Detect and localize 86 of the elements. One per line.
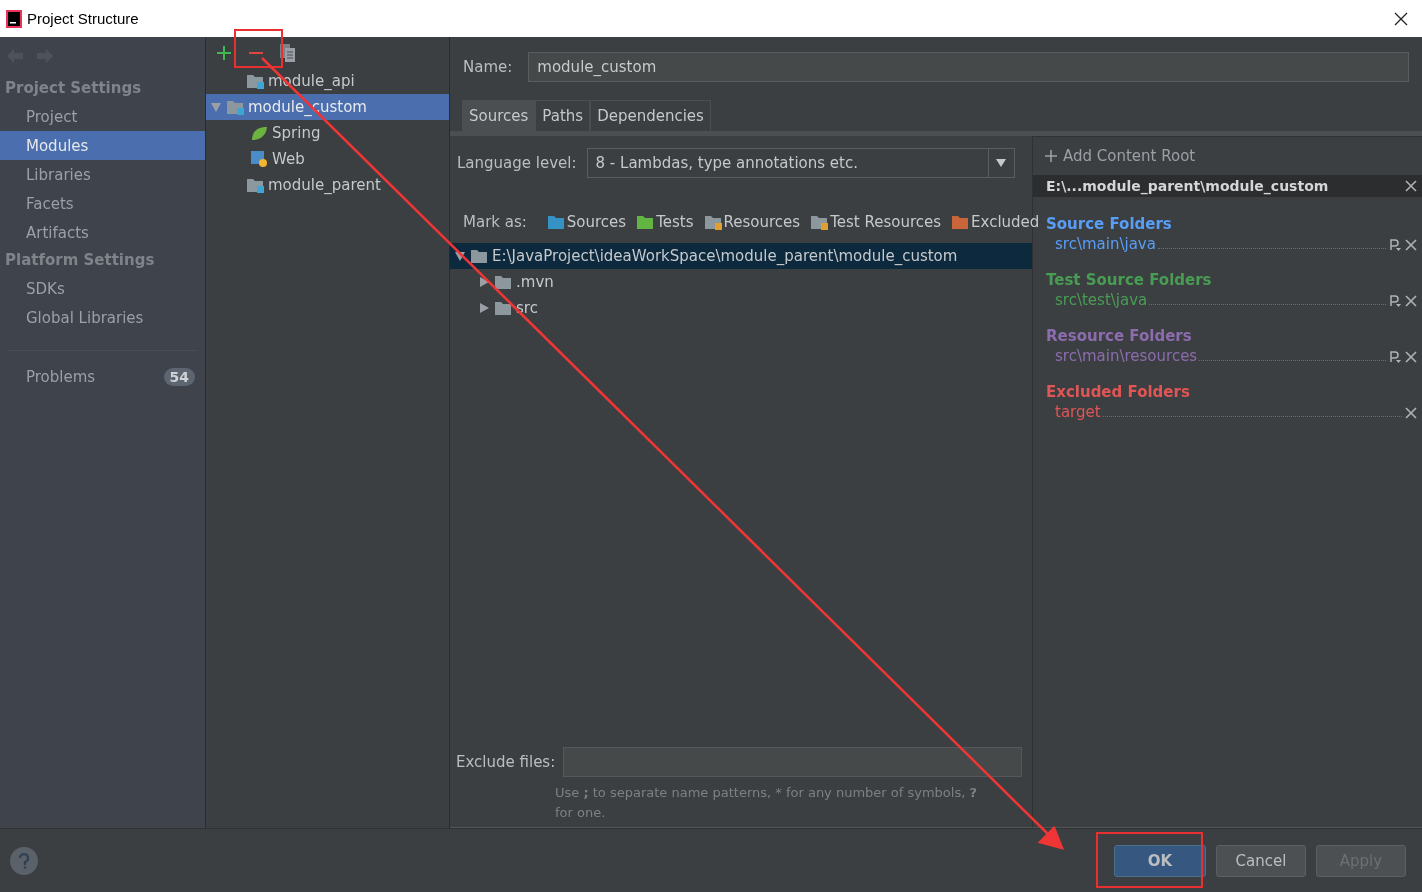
section-heading: Platform Settings <box>4 250 156 271</box>
mark-as-button[interactable]: Test Resources <box>810 212 942 231</box>
app-logo-icon <box>6 9 22 28</box>
copy-button[interactable] <box>278 42 298 63</box>
exclude-files-label: Exclude files: <box>456 753 556 771</box>
dialog-button[interactable]: Cancel <box>1216 844 1306 877</box>
close-icon <box>1405 407 1417 419</box>
hint-text: Use ; to separate name patterns, * for any number of symbols, ? for one. <box>554 784 978 822</box>
plus-icon <box>216 44 232 61</box>
module-tree-item[interactable]: module_parent <box>206 172 449 198</box>
mark-as-button[interactable]: Excluded <box>951 212 1040 231</box>
module-folder-icon <box>246 177 264 193</box>
sidebar-item[interactable]: SDKs <box>0 274 205 303</box>
help-icon <box>17 852 31 869</box>
folder-tree-item[interactable]: .mvn <box>450 269 1032 295</box>
add-content-root-button[interactable]: Add Content Root <box>1033 137 1422 175</box>
language-level-dropdown[interactable]: 8 - Lambdas, type annotations etc. <box>586 148 1015 178</box>
close-icon <box>1405 351 1417 363</box>
leaf-icon <box>250 125 268 141</box>
sidebar-item[interactable]: Libraries <box>0 160 205 189</box>
dropdown-arrow-icon <box>996 159 1007 167</box>
minus-icon <box>249 51 263 54</box>
problem-count-badge: 54 <box>163 368 195 386</box>
properties-button[interactable] <box>1388 237 1402 253</box>
close-icon <box>1405 295 1417 307</box>
sidebar-item[interactable]: Facets <box>0 189 205 218</box>
test-folder-icon <box>636 213 655 230</box>
remove-folder-button[interactable] <box>1404 405 1418 421</box>
sidebar-item[interactable]: Project <box>0 102 205 131</box>
section-heading: Project Settings <box>4 78 143 99</box>
module-folder-icon <box>226 99 244 115</box>
mark-as-button[interactable]: Tests <box>636 212 694 231</box>
remove-root-button[interactable] <box>1404 178 1418 194</box>
test-resource-folder-icon <box>810 213 829 230</box>
folder-tree-item[interactable]: src <box>450 295 1032 321</box>
folder-path: src\main\resources <box>1055 347 1198 365</box>
folder-tree-item[interactable]: E:\JavaProject\ideaWorkSpace\module_parent\module_custom <box>450 243 1032 269</box>
excluded-folder-icon <box>951 213 970 230</box>
tab[interactable]: Dependencies <box>590 100 711 131</box>
mark-as-label: Mark as: <box>463 212 527 231</box>
collapsed-arrow-icon[interactable] <box>478 302 490 314</box>
folder-icon <box>470 248 488 264</box>
remove-folder-button[interactable] <box>1404 237 1418 253</box>
tab[interactable]: Paths <box>535 100 591 131</box>
mark-as-button[interactable]: Sources <box>546 212 627 231</box>
folder-path: src\test\java <box>1055 291 1148 309</box>
mark-as-button[interactable]: Resources <box>703 212 801 231</box>
close-icon <box>1405 180 1417 192</box>
web-icon <box>250 150 268 168</box>
resource-folder-icon <box>703 213 722 230</box>
folder-group-heading: Resource Folders <box>1045 326 1193 345</box>
name-label: Name: <box>463 58 513 76</box>
properties-icon <box>1389 238 1401 252</box>
properties-button[interactable] <box>1388 293 1402 309</box>
folder-icon <box>494 300 512 316</box>
folder-path: target <box>1055 403 1101 421</box>
sidebar-item[interactable]: Modules <box>0 131 205 160</box>
language-level-label: Language level: <box>457 154 577 172</box>
folder-group-heading: Excluded Folders <box>1045 382 1191 401</box>
source-folder-icon <box>546 213 565 230</box>
remove-folder-button[interactable] <box>1404 349 1418 365</box>
remove-folder-button[interactable] <box>1404 293 1418 309</box>
sidebar-item[interactable]: Problems <box>26 368 96 386</box>
folder-path: src\main\java <box>1055 235 1156 253</box>
content-root-path: E:\...module_parent\module_custom <box>1046 178 1329 194</box>
copy-icon <box>279 42 297 63</box>
plus-icon <box>1045 150 1057 162</box>
module-folder-icon <box>246 73 264 89</box>
close-icon <box>1394 11 1408 26</box>
sidebar-item[interactable]: Artifacts <box>0 218 205 247</box>
module-tree-item[interactable]: Spring <box>206 120 449 146</box>
properties-button[interactable] <box>1388 349 1402 365</box>
properties-icon <box>1389 294 1401 308</box>
exclude-files-field[interactable] <box>563 747 1022 777</box>
collapsed-arrow-icon[interactable] <box>478 276 490 288</box>
folder-icon <box>494 274 512 290</box>
close-icon <box>1405 239 1417 251</box>
module-tree-item[interactable]: Web <box>206 146 449 172</box>
sidebar-item[interactable]: Global Libraries <box>0 303 205 332</box>
tab[interactable]: Sources <box>462 100 536 131</box>
dialog-button[interactable]: OK <box>1114 844 1206 877</box>
folder-group-heading: Test Source Folders <box>1045 270 1213 289</box>
highlight-frame <box>234 29 283 68</box>
name-field[interactable]: module_custom <box>528 52 1409 82</box>
properties-icon <box>1389 350 1401 364</box>
window-title: Project Structure <box>27 10 139 27</box>
